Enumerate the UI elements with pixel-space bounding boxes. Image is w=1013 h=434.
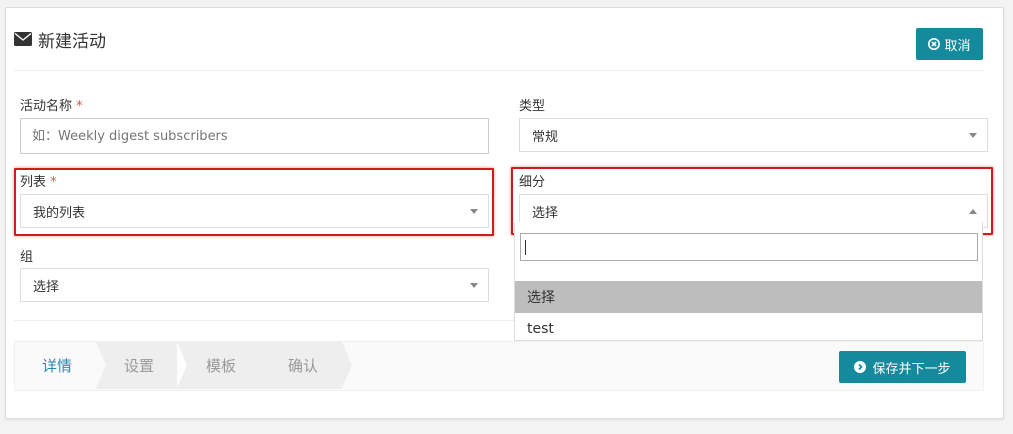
group-select-value: 选择	[33, 279, 60, 295]
step-settings[interactable]: 设置	[124, 342, 154, 389]
close-circle-icon	[928, 38, 941, 50]
save-and-next-button[interactable]: 保存并下一步	[839, 351, 966, 383]
segment-search-input[interactable]	[520, 233, 978, 261]
list-select[interactable]: 我的列表	[20, 194, 489, 228]
step-chevron	[96, 342, 106, 388]
group-select[interactable]: 选择	[20, 268, 489, 302]
cancel-button[interactable]: 取消	[916, 28, 983, 60]
campaign-name-label: 活动名称 *	[20, 99, 83, 114]
envelope-icon	[14, 32, 32, 46]
chevron-up-icon	[969, 209, 977, 214]
step-chevron	[260, 342, 270, 388]
header-divider	[14, 70, 984, 71]
text-cursor	[525, 240, 526, 255]
step-chevron-edge	[177, 342, 187, 388]
step-details[interactable]: 详情	[42, 342, 72, 389]
list-select-value: 我的列表	[33, 205, 86, 221]
chevron-down-icon	[969, 133, 977, 138]
page-header: 新建活动	[14, 24, 106, 54]
segment-select-value: 选择	[532, 205, 559, 221]
group-label: 组	[20, 250, 34, 265]
list-label: 列表 *	[20, 175, 57, 190]
dropdown-option[interactable]: 选择	[515, 281, 982, 313]
save-label: 保存并下一步	[872, 361, 951, 377]
chevron-down-icon	[470, 209, 478, 214]
chevron-down-icon	[470, 283, 478, 288]
step-template[interactable]: 模板	[206, 342, 236, 389]
page-title: 新建活动	[38, 31, 106, 52]
cancel-label: 取消	[944, 38, 971, 54]
form-divider	[14, 320, 514, 321]
step-confirm[interactable]: 确认	[288, 342, 318, 389]
type-select-value: 常规	[532, 129, 559, 145]
segment-dropdown: 选择 test	[514, 222, 983, 341]
segment-label: 细分	[519, 175, 546, 190]
arrow-right-circle-icon	[854, 361, 867, 373]
campaign-name-input[interactable]	[20, 118, 489, 154]
type-select[interactable]: 常规	[519, 118, 988, 152]
step-chevron	[342, 342, 352, 388]
type-label: 类型	[519, 99, 546, 114]
